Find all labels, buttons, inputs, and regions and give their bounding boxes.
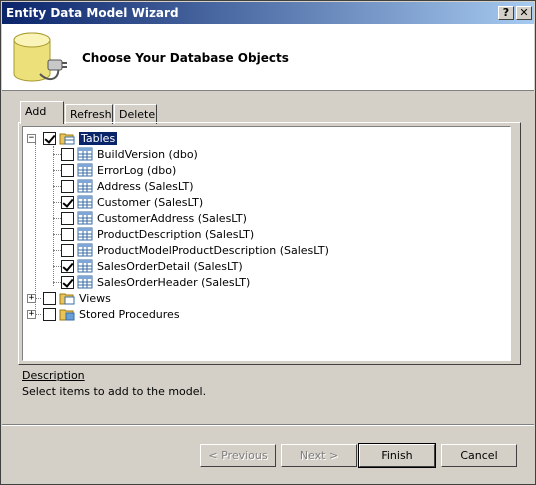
tree-line [53,202,61,203]
tree-line [53,266,61,267]
tree-line [53,186,61,187]
cancel-button[interactable]: Cancel [441,444,517,467]
close-button[interactable]: ✕ [516,6,532,20]
tab-delete-label: Delete [119,108,156,121]
database-objects-tree[interactable]: − Tables BuildVersion (dbo) ErrorLog (db… [22,126,511,361]
tree-line [53,234,61,235]
title-bar[interactable]: Entity Data Model Wizard ? ✕ [2,2,534,24]
table-item-checkbox[interactable] [61,275,74,289]
folder-icon [59,309,75,321]
tables-label: Tables [79,131,118,145]
table-item-label: ProductModelProductDescription (SalesLT) [97,243,329,257]
next-button[interactable]: Next > [281,444,357,467]
finish-button[interactable]: Finish [358,443,436,468]
tree-node-tables[interactable]: Tables [43,130,118,146]
table-item-label: BuildVersion (dbo) [97,147,198,161]
table-icon [77,147,93,161]
table-item[interactable]: ProductModelProductDescription (SalesLT) [61,242,329,258]
table-item-label: Customer (SalesLT) [97,195,204,209]
folder-icon [59,133,75,145]
description-text: Select items to add to the model. [22,385,207,398]
header-panel: Choose Your Database Objects [2,24,534,91]
tables-checkbox[interactable] [43,131,56,145]
tab-add-label: Add [25,105,47,118]
table-item-checkbox[interactable] [61,243,74,257]
table-icon [77,163,93,177]
table-item-label: Address (SalesLT) [97,179,194,193]
views-expand-toggle[interactable]: + [27,294,36,303]
table-item-checkbox[interactable] [61,195,74,209]
tab-refresh[interactable]: Refresh [65,104,113,124]
tree-line [53,282,61,283]
table-item-label: SalesOrderDetail (SalesLT) [97,259,243,273]
table-item-checkbox[interactable] [61,179,74,193]
table-item[interactable]: CustomerAddress (SalesLT) [61,210,247,226]
previous-button[interactable]: < Previous [200,444,276,467]
table-icon [77,275,93,289]
table-icon [77,211,93,225]
folder-icon [59,293,75,305]
table-item-checkbox[interactable] [61,163,74,177]
table-icon [77,227,93,241]
table-item[interactable]: SalesOrderHeader (SalesLT) [61,274,250,290]
help-button[interactable]: ? [498,6,514,20]
button-separator [2,424,534,426]
views-checkbox[interactable] [43,291,56,305]
tables-collapse-toggle[interactable]: − [27,134,36,143]
tree-node-stored-procedures[interactable]: Stored Procedures [43,306,180,322]
tree-line [53,146,54,286]
page-title: Choose Your Database Objects [82,51,289,65]
table-icon [77,259,93,273]
table-item-label: ProductDescription (SalesLT) [97,227,255,241]
table-item[interactable]: SalesOrderDetail (SalesLT) [61,258,243,274]
tab-add[interactable]: Add [20,101,64,124]
table-item-checkbox[interactable] [61,147,74,161]
tree-line [53,154,61,155]
table-item[interactable]: Customer (SalesLT) [61,194,203,210]
table-icon [77,179,93,193]
tree-line [53,218,61,219]
table-item-checkbox[interactable] [61,259,74,273]
tab-refresh-label: Refresh [70,108,112,121]
table-item-checkbox[interactable] [61,211,74,225]
tree-line [35,143,36,315]
tree-line [53,250,61,251]
table-item-label: ErrorLog (dbo) [97,163,177,177]
table-item-checkbox[interactable] [61,227,74,241]
views-label: Views [79,291,111,305]
window-title: Entity Data Model Wizard [6,6,179,20]
table-item[interactable]: Address (SalesLT) [61,178,194,194]
stored-procedures-expand-toggle[interactable]: + [27,310,36,319]
stored-procedures-label: Stored Procedures [79,307,180,321]
table-item[interactable]: ProductDescription (SalesLT) [61,226,254,242]
description-heading: Description [22,369,85,382]
table-icon [77,195,93,209]
table-item-label: CustomerAddress (SalesLT) [97,211,247,225]
tab-delete[interactable]: Delete [114,104,157,124]
database-icon [13,32,67,82]
wizard-window: Entity Data Model Wizard ? ✕ Choose Your… [0,0,536,485]
stored-procedures-checkbox[interactable] [43,307,56,321]
tree-node-views[interactable]: Views [43,290,111,306]
table-item[interactable]: BuildVersion (dbo) [61,146,198,162]
table-icon [77,243,93,257]
table-item[interactable]: ErrorLog (dbo) [61,162,176,178]
tree-line [53,170,61,171]
table-item-label: SalesOrderHeader (SalesLT) [97,275,251,289]
